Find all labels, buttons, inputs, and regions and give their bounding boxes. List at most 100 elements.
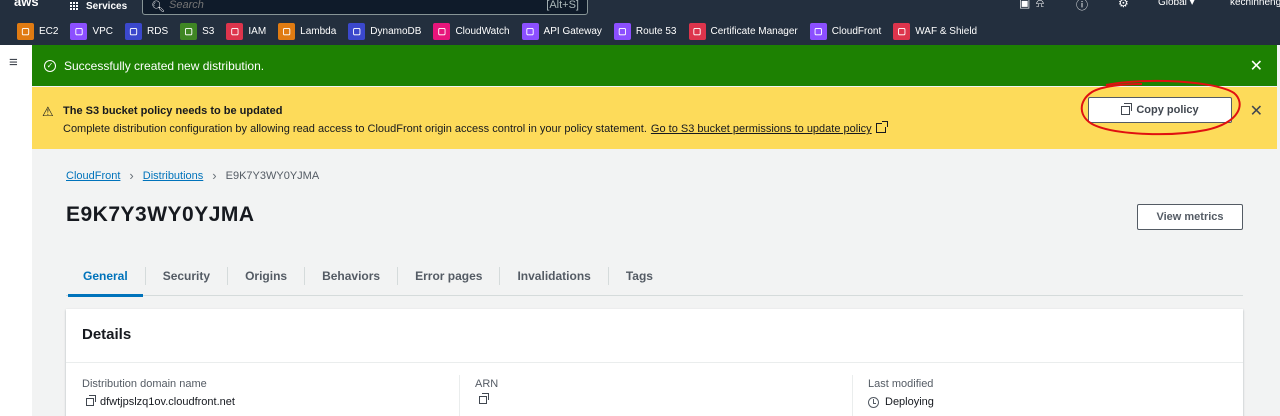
tab-general[interactable]: General bbox=[66, 266, 146, 297]
domain-name-field: Distribution domain name dfwtjpslzq1ov.c… bbox=[82, 378, 235, 408]
services-menu-button[interactable]: Services bbox=[70, 0, 127, 12]
notifications-bell-icon[interactable]: ⍾ bbox=[1036, 0, 1044, 11]
cloudfront-icon: ▢ bbox=[809, 23, 827, 40]
breadcrumb-cloudfront-link[interactable]: CloudFront bbox=[66, 170, 120, 182]
favorite-api-gateway[interactable]: ▢ API Gateway bbox=[521, 23, 602, 40]
favorite-label: CloudFront bbox=[831, 26, 882, 37]
pending-clock-icon bbox=[868, 396, 879, 408]
favorite-label: VPC bbox=[92, 26, 114, 37]
details-header: Details bbox=[66, 309, 1243, 363]
api-gateway-icon: ▢ bbox=[521, 23, 539, 40]
rds-icon: ▢ bbox=[125, 23, 143, 40]
route53-icon: ▢ bbox=[613, 23, 631, 40]
favorite-label: API Gateway bbox=[543, 26, 602, 37]
search-box[interactable]: 🔍︎ [Alt+S] bbox=[142, 0, 588, 15]
ec2-icon: ▢ bbox=[17, 23, 34, 40]
breadcrumb-distributions-link[interactable]: Distributions bbox=[143, 170, 204, 182]
help-icon[interactable]: ⓘ bbox=[1076, 0, 1088, 13]
side-navigation-collapsed bbox=[0, 45, 32, 416]
region-selector[interactable]: Global ▾ bbox=[1158, 0, 1195, 8]
aws-logo[interactable]: aws bbox=[14, 0, 39, 9]
view-metrics-button[interactable]: View metrics bbox=[1137, 204, 1243, 230]
favorite-waf-shield[interactable]: ▢ WAF & Shield bbox=[893, 23, 977, 40]
copy-arn-icon[interactable] bbox=[479, 393, 489, 404]
warning-flashbar: ⚠ The S3 bucket policy needs to be updat… bbox=[32, 79, 1277, 149]
chevron-right-icon: › bbox=[212, 168, 217, 183]
search-input[interactable] bbox=[169, 0, 509, 12]
arn-field: ARN bbox=[475, 378, 498, 404]
favorite-s3[interactable]: ▢ S3 bbox=[180, 23, 214, 40]
tab-tags[interactable]: Tags bbox=[609, 267, 670, 285]
favorite-label: EC2 bbox=[39, 26, 59, 37]
copy-policy-label: Copy policy bbox=[1136, 104, 1199, 116]
s3-icon: ▢ bbox=[180, 23, 198, 40]
iam-icon: ▢ bbox=[226, 23, 244, 40]
favorite-certificate-manager[interactable]: ▢ Certificate Manager bbox=[688, 23, 798, 40]
favorite-label: S3 bbox=[202, 26, 215, 37]
copy-icon bbox=[1121, 102, 1133, 115]
copy-policy-button[interactable]: Copy policy bbox=[1088, 97, 1232, 123]
top-navigation-bar: aws Services 🔍︎ [Alt+S] ▣ ⍾ ⓘ ⚙ Global ▾… bbox=[0, 0, 1280, 18]
success-flashbar: ✓ Successfully created new distribution.… bbox=[32, 45, 1277, 86]
column-divider bbox=[852, 375, 853, 416]
favorite-iam[interactable]: ▢ IAM bbox=[226, 23, 266, 40]
search-shortcut-hint: [Alt+S] bbox=[546, 0, 579, 11]
waf-shield-icon: ▢ bbox=[893, 23, 911, 40]
certificate-manager-icon: ▢ bbox=[688, 23, 706, 40]
main-content: CloudFront › Distributions › E9K7Y3WY0YJ… bbox=[32, 150, 1277, 416]
account-menu[interactable]: kechihheng bbox=[1230, 0, 1280, 8]
tab-behaviors[interactable]: Behaviors bbox=[305, 266, 399, 285]
distribution-tabs: General Security Origins Behaviors Error… bbox=[66, 256, 1243, 297]
favorite-label: RDS bbox=[147, 26, 169, 37]
favorite-lambda[interactable]: ▢ Lambda bbox=[278, 23, 336, 40]
cloudwatch-icon: ▢ bbox=[433, 23, 451, 40]
favorite-label: Route 53 bbox=[635, 26, 677, 37]
breadcrumb: CloudFront › Distributions › E9K7Y3WY0YJ… bbox=[66, 168, 319, 183]
favorite-label: IAM bbox=[248, 26, 267, 37]
external-link-icon bbox=[875, 121, 888, 133]
details-panel: Details Distribution domain name dfwtjps… bbox=[66, 309, 1243, 416]
domain-name-value: dfwtjpslzq1ov.cloudfront.net bbox=[100, 396, 235, 408]
warning-message: Complete distribution configuration by a… bbox=[63, 121, 888, 135]
favorite-cloudfront[interactable]: ▢ CloudFront bbox=[809, 23, 882, 40]
domain-name-label: Distribution domain name bbox=[82, 378, 207, 390]
lambda-icon: ▢ bbox=[278, 23, 296, 40]
s3-permissions-link[interactable]: Go to S3 bucket permissions to update po… bbox=[651, 123, 872, 135]
favorite-label: CloudWatch bbox=[455, 26, 510, 37]
dismiss-success-close-icon[interactable]: ✕ bbox=[1250, 56, 1263, 76]
page-title: E9K7Y3WY0YJMA bbox=[66, 203, 255, 226]
favorite-label: Certificate Manager bbox=[710, 26, 798, 37]
settings-gear-icon[interactable]: ⚙ bbox=[1118, 0, 1129, 10]
last-modified-field: Last modified Deploying bbox=[868, 378, 934, 408]
tab-origins[interactable]: Origins bbox=[228, 266, 306, 285]
chevron-right-icon: › bbox=[129, 168, 134, 183]
dynamodb-icon: ▢ bbox=[348, 23, 366, 40]
copy-domain-icon[interactable] bbox=[86, 395, 96, 406]
success-check-icon: ✓ bbox=[44, 59, 56, 72]
dismiss-warning-close-icon[interactable]: ✕ bbox=[1250, 101, 1263, 121]
last-modified-label: Last modified bbox=[868, 378, 934, 390]
tab-security[interactable]: Security bbox=[146, 266, 229, 285]
cloudshell-icon[interactable]: ▣ bbox=[1019, 0, 1030, 10]
favorite-cloudwatch[interactable]: ▢ CloudWatch bbox=[433, 23, 510, 40]
grid-icon bbox=[70, 2, 80, 10]
warning-message-text: Complete distribution configuration by a… bbox=[63, 123, 647, 135]
services-label: Services bbox=[86, 0, 128, 12]
tab-invalidations[interactable]: Invalidations bbox=[500, 266, 609, 285]
arn-label: ARN bbox=[475, 378, 499, 390]
breadcrumb-current: E9K7Y3WY0YJMA bbox=[225, 169, 320, 182]
vpc-icon: ▢ bbox=[70, 23, 88, 40]
column-divider bbox=[459, 375, 460, 416]
favorite-label: DynamoDB bbox=[370, 26, 422, 37]
success-message: Successfully created new distribution. bbox=[64, 58, 265, 73]
favorite-route53[interactable]: ▢ Route 53 bbox=[613, 23, 677, 40]
favorite-label: Lambda bbox=[300, 26, 337, 37]
warning-title: The S3 bucket policy needs to be updated bbox=[63, 105, 283, 117]
menu-hamburger-icon[interactable]: ≡ bbox=[9, 54, 18, 71]
last-modified-value: Deploying bbox=[885, 396, 934, 408]
tab-error-pages[interactable]: Error pages bbox=[398, 266, 501, 285]
favorite-dynamodb[interactable]: ▢ DynamoDB bbox=[348, 23, 421, 40]
favorite-rds[interactable]: ▢ RDS bbox=[125, 23, 168, 40]
favorite-ec2[interactable]: ▢ EC2 bbox=[17, 23, 58, 40]
favorite-vpc[interactable]: ▢ VPC bbox=[70, 23, 113, 40]
